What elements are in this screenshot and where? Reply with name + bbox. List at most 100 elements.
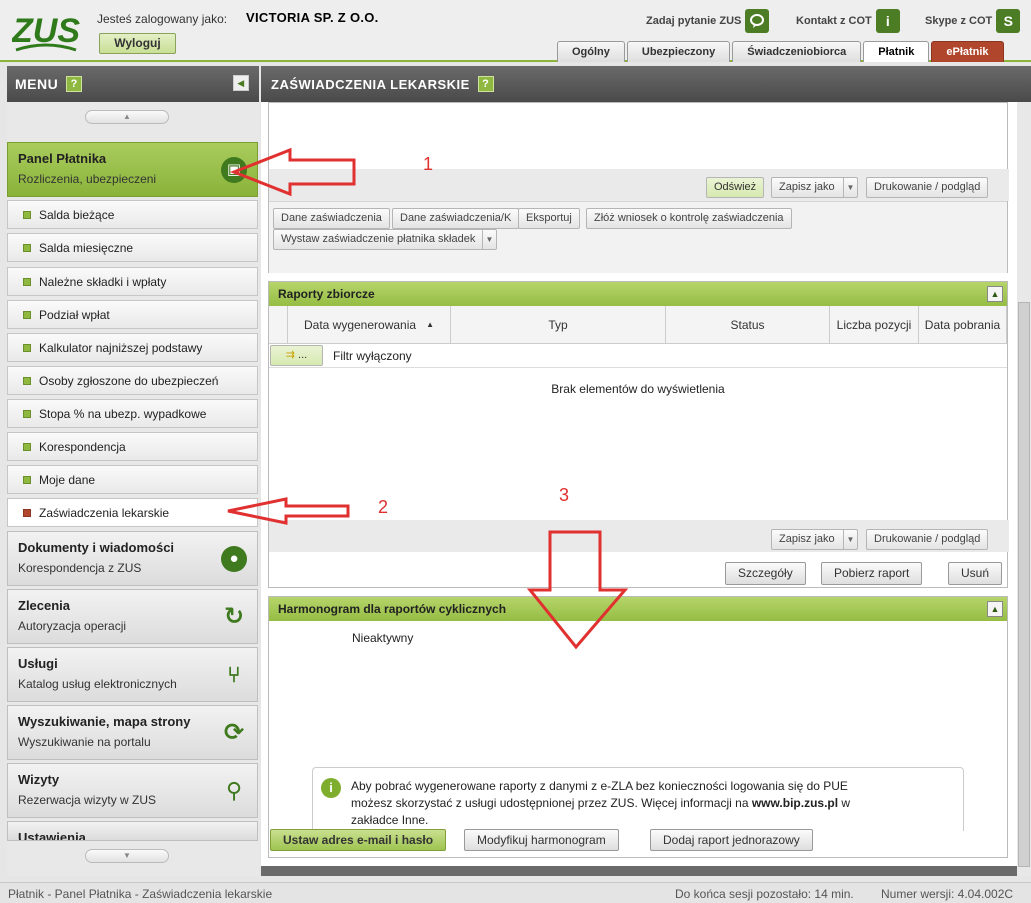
column-liczba-pozycji[interactable]: Liczba pozycji [830,306,919,344]
page-help-icon[interactable]: ? [477,76,494,92]
sidebar-item-label: Salda bieżące [39,208,115,222]
panel-zlecenia[interactable]: Zlecenia Autoryzacja operacji ↻ [7,589,258,644]
tab-platnik[interactable]: Płatnik [863,41,930,62]
panel-subtitle: Rezerwacja wizyty w ZUS [18,793,157,807]
sidebar-item-label: Moje dane [39,473,96,487]
filter-icon: ⇉ [285,349,295,361]
reports-print-button[interactable]: Drukowanie / podgląd [866,529,989,550]
panel-dokumenty[interactable]: Dokumenty i wiadomości Korespondencja z … [7,531,258,586]
panel-subtitle: Autoryzacja operacji [18,619,127,633]
filter-row: ⇉ ... Filtr wyłączony [269,344,1007,368]
bullet-icon [23,410,31,418]
sync-icon: ⟳ [223,719,245,746]
schedule-status: Nieaktywny [352,631,414,645]
save-as-dropdown[interactable]: Zapisz jako ▼ [771,177,858,198]
menu-help-icon[interactable]: ? [66,76,83,92]
walking-person-icon: ⚲ [225,778,243,803]
save-as-label: Zapisz jako [779,533,835,545]
details-button[interactable]: Szczegóły [725,562,806,585]
modify-schedule-button[interactable]: Modyfikuj harmonogram [464,829,619,851]
request-control-button[interactable]: Złóż wniosek o kontrolę zaświadczenia [586,208,792,229]
filter-button[interactable]: ⇉ ... [270,345,323,366]
logged-in-label: Jesteś zalogowany jako: [97,12,228,26]
sidebar-item-moje-dane[interactable]: Moje dane [7,465,258,494]
tab-swiadczeniobiorca[interactable]: Świadczeniobiorca [732,41,862,62]
sidebar-item-nalezne-skladki[interactable]: Należne składki i wpłaty [7,267,258,296]
add-one-time-report-button[interactable]: Dodaj raport jednorazowy [650,829,813,851]
scrollbar-thumb[interactable] [1018,302,1030,867]
panel-uslugi[interactable]: Usługi Katalog usług elektronicznych ⑂ [7,647,258,702]
sidebar-item-kalkulator[interactable]: Kalkulator najniższej podstawy [7,333,258,362]
column-status[interactable]: Status [666,306,830,344]
delete-button[interactable]: Usuń [948,562,1003,585]
bullet-icon [23,244,31,252]
certificate-data-k-button[interactable]: Dane zaświadczenia/K [392,208,520,229]
menu-scroll-down-button[interactable]: ▼ [85,849,169,863]
certificate-data-button[interactable]: Dane zaświadczenia [273,208,390,229]
sidebar-item-stopa-wypadkowa[interactable]: Stopa % na ubezp. wypadkowe [7,399,258,428]
annotation-label-2: 2 [378,497,389,517]
session-timer: Do końca sesji pozostało: 14 min. [675,887,854,901]
info-text-line2: możesz skorzystać z usługi udostępnionej… [351,796,749,810]
export-button[interactable]: Eksportuj [518,208,580,229]
sidebar-item-label: Korespondencja [39,440,126,454]
column-data-wygenerowania[interactable]: Data wygenerowania ▲ [288,306,451,344]
download-report-button[interactable]: Pobierz raport [821,562,923,585]
skype-cot-link[interactable]: Skype z COT S [925,8,1021,34]
bip-link[interactable]: www.bip.zus.pl [752,796,838,810]
info-text-line1: Aby pobrać wygenerowane raporty z danymi… [351,779,848,793]
column-label: Data wygenerowania [303,317,417,332]
print-preview-button[interactable]: Drukowanie / podgląd [866,177,989,198]
logout-button[interactable]: Wyloguj [99,33,176,54]
main-content: ZAŚWIADCZENIA LEKARSKIE ? Odśwież Zapisz… [261,66,1031,876]
main-scrollbar[interactable] [1017,102,1031,876]
skype-icon: S [996,9,1021,33]
tab-ubezpieczony[interactable]: Ubezpieczony [626,41,731,62]
column-typ[interactable]: Typ [451,306,666,344]
tab-ogolny[interactable]: Ogólny [557,41,625,62]
panel-platnika[interactable]: Panel Płatnika Rozliczenia, ubezpieczeni… [7,142,258,197]
annotation-arrow-3 [526,530,629,650]
panel-wizyty[interactable]: Wizyty Rezerwacja wizyty w ZUS ⚲ [7,763,258,818]
panel-wyszukiwanie[interactable]: Wyszukiwanie, mapa strony Wyszukiwanie n… [7,705,258,760]
collapse-menu-icon[interactable]: ◀ [233,75,249,91]
filter-status: Filtr wyłączony [333,349,412,363]
sidebar-item-salda-miesieczne[interactable]: Salda miesięczne [7,233,258,262]
sidebar-item-korespondencja[interactable]: Korespondencja [7,432,258,461]
sidebar-item-label: Osoby zgłoszone do ubezpieczeń [39,374,219,388]
info-text-line2-end: w [841,796,851,810]
info-icon: i [321,778,341,798]
reports-header: Raporty zbiorcze ▲ [269,282,1007,306]
save-as-label: Zapisz jako [779,181,835,193]
sidebar-item-osoby-zgloszone[interactable]: Osoby zgłoszone do ubezpieczeń [7,366,258,395]
speech-bubble-icon: ● [221,546,247,572]
issue-certificate-dropdown[interactable]: Wystaw zaświadczenie płatnika składek ▼ [273,229,497,250]
bullet-icon [23,509,31,517]
chat-icon [745,9,770,33]
collapse-schedule-icon[interactable]: ▲ [987,601,1003,617]
panel-ustawienia[interactable]: Ustawienia [7,821,258,841]
sidebar-item-podzial-wplat[interactable]: Podział wpłat [7,300,258,329]
bullet-icon [23,476,31,484]
reports-save-as-dropdown[interactable]: Zapisz jako ▼ [771,529,858,550]
tab-eplatnik[interactable]: ePłatnik [931,41,1004,62]
column-select [269,306,288,344]
panel-title: Ustawienia [18,830,86,841]
annotation-arrow-1 [229,147,356,197]
fork-icon: ⑂ [227,662,241,687]
schedule-section: Harmonogram dla raportów cyklicznych ▲ N… [268,596,1008,858]
menu-scroll-up-button[interactable]: ▲ [85,110,169,124]
set-email-password-button[interactable]: Ustaw adres e-mail i hasło [270,829,447,851]
page-title: ZAŚWIADCZENIA LEKARSKIE [271,76,470,92]
refresh-button[interactable]: Odśwież [706,177,765,198]
sidebar-item-zaswiadczenia-lekarskie[interactable]: Zaświadczenia lekarskie [7,498,258,527]
ask-zus-link[interactable]: Zadaj pytanie ZUS [646,8,770,34]
panel-title: Wizyty [18,772,60,787]
contact-cot-link[interactable]: Kontakt z COT i [796,8,900,34]
column-data-pobrania[interactable]: Data pobrania [919,306,1007,344]
contact-cot-label: Kontakt z COT [796,15,872,27]
column-label: Typ [548,317,568,332]
sidebar-item-salda-biezace[interactable]: Salda bieżące [7,200,258,229]
zus-logo[interactable]: ZUS [12,10,80,54]
collapse-reports-icon[interactable]: ▲ [987,286,1003,302]
